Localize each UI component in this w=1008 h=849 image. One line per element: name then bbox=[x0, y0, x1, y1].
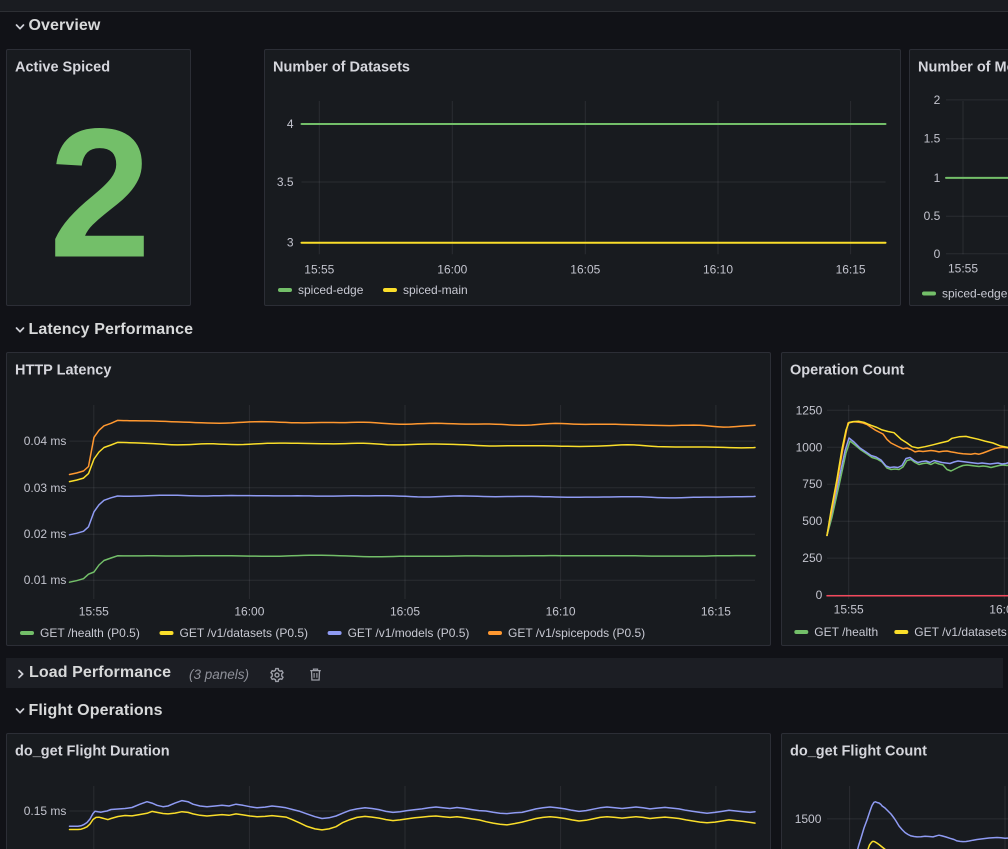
svg-text:Number of Datasets: Number of Datasets bbox=[273, 60, 410, 76]
svg-text:do_get Flight Count: do_get Flight Count bbox=[790, 744, 927, 760]
svg-text:2: 2 bbox=[49, 90, 151, 296]
svg-text:16:00: 16:00 bbox=[437, 263, 467, 277]
svg-text:3: 3 bbox=[287, 236, 294, 250]
svg-text:GET /v1/datasets: GET /v1/datasets bbox=[914, 625, 1007, 639]
svg-text:16:05: 16:05 bbox=[570, 263, 600, 277]
svg-text:15:55: 15:55 bbox=[304, 263, 334, 277]
svg-text:16:10: 16:10 bbox=[703, 263, 733, 277]
svg-text:4: 4 bbox=[287, 117, 294, 131]
svg-text:do_get Flight Duration: do_get Flight Duration bbox=[15, 744, 170, 760]
svg-text:2: 2 bbox=[934, 93, 941, 107]
svg-text:3.5: 3.5 bbox=[277, 175, 294, 189]
svg-text:0: 0 bbox=[816, 588, 823, 602]
svg-text:0.01 ms: 0.01 ms bbox=[24, 573, 67, 587]
svg-text:spiced-edge: spiced-edge bbox=[298, 283, 364, 297]
svg-text:GET /health: GET /health bbox=[814, 625, 878, 639]
svg-text:16:00: 16:00 bbox=[989, 603, 1008, 617]
svg-text:500: 500 bbox=[802, 514, 822, 528]
svg-text:1.5: 1.5 bbox=[924, 132, 941, 146]
svg-text:16:05: 16:05 bbox=[390, 605, 420, 619]
svg-text:Active Spiced: Active Spiced bbox=[15, 60, 110, 76]
svg-text:GET /v1/datasets (P0.5): GET /v1/datasets (P0.5) bbox=[180, 626, 309, 640]
svg-text:0.03 ms: 0.03 ms bbox=[24, 481, 67, 495]
svg-text:16:15: 16:15 bbox=[701, 605, 731, 619]
svg-text:0.5: 0.5 bbox=[924, 209, 941, 223]
svg-text:0: 0 bbox=[934, 247, 941, 261]
svg-text:1500: 1500 bbox=[795, 812, 822, 826]
svg-text:1250: 1250 bbox=[796, 403, 823, 417]
svg-text:1: 1 bbox=[934, 171, 941, 185]
svg-text:0.04 ms: 0.04 ms bbox=[24, 434, 67, 448]
svg-text:0.02 ms: 0.02 ms bbox=[24, 527, 67, 541]
svg-text:250: 250 bbox=[802, 551, 822, 565]
svg-text:spiced-main: spiced-main bbox=[403, 283, 468, 297]
svg-text:15:55: 15:55 bbox=[948, 262, 978, 276]
svg-text:15:55: 15:55 bbox=[834, 603, 864, 617]
svg-text:HTTP Latency: HTTP Latency bbox=[15, 363, 111, 379]
svg-text:16:15: 16:15 bbox=[836, 263, 866, 277]
svg-text:16:10: 16:10 bbox=[546, 605, 576, 619]
svg-text:750: 750 bbox=[802, 477, 822, 491]
svg-text:GET /v1/models (P0.5): GET /v1/models (P0.5) bbox=[348, 626, 470, 640]
svg-text:spiced-edge: spiced-edge bbox=[942, 287, 1008, 301]
svg-text:15:55: 15:55 bbox=[79, 605, 109, 619]
svg-text:GET /v1/spicepods (P0.5): GET /v1/spicepods (P0.5) bbox=[508, 626, 645, 640]
svg-text:Number of Models: Number of Models bbox=[918, 60, 1008, 76]
svg-text:Operation Count: Operation Count bbox=[790, 363, 905, 379]
svg-text:1000: 1000 bbox=[796, 440, 823, 454]
svg-text:0.15 ms: 0.15 ms bbox=[24, 804, 67, 818]
svg-text:GET /health (P0.5): GET /health (P0.5) bbox=[40, 626, 140, 640]
svg-text:16:00: 16:00 bbox=[234, 605, 264, 619]
